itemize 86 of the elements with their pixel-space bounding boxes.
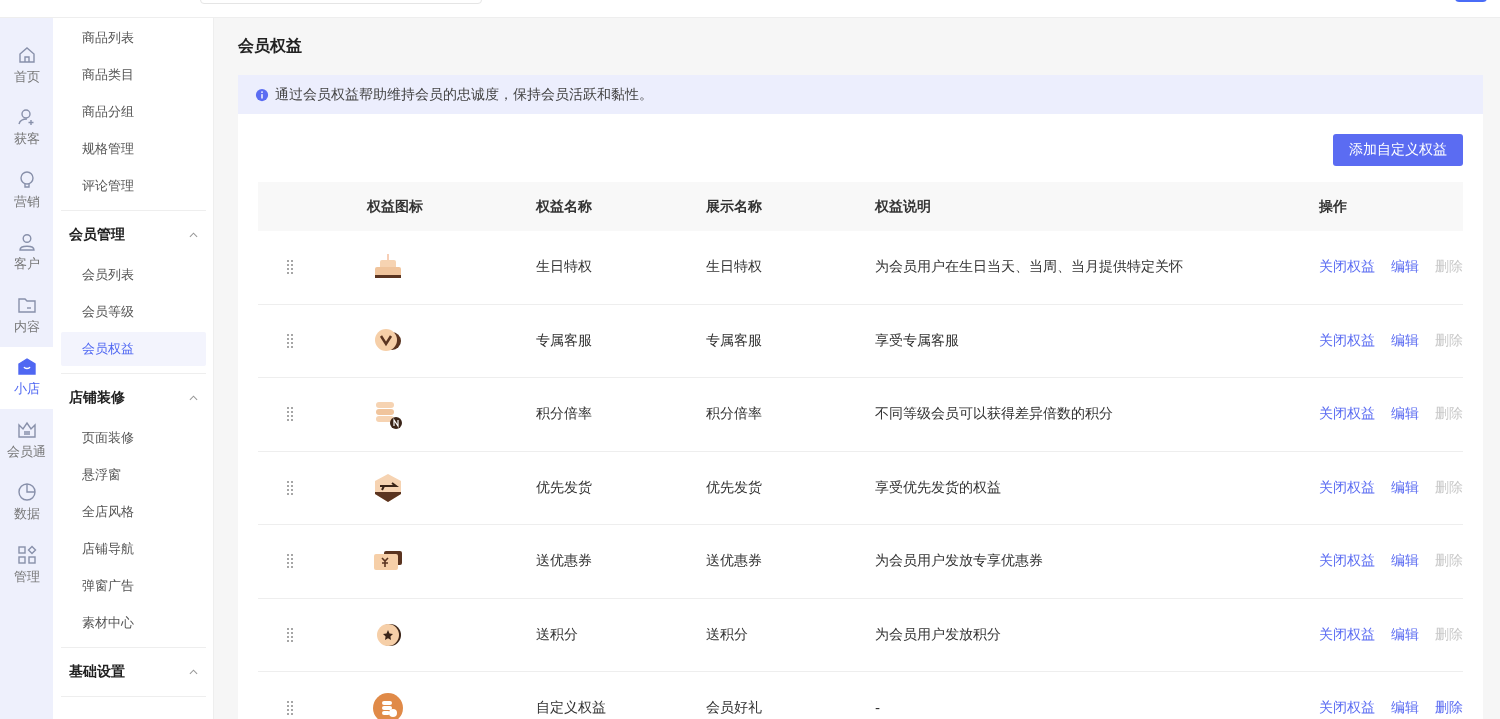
crown-icon: [16, 419, 37, 440]
table-cell-text: 不同等级会员可以获得差异倍数的积分: [875, 405, 1114, 424]
airplane-badge-icon: [372, 471, 404, 504]
action-link[interactable]: 关闭权益: [1319, 699, 1375, 718]
home-icon: [16, 44, 37, 65]
drag-handle-icon[interactable]: [286, 700, 294, 717]
user-icon: [16, 232, 37, 253]
action-link[interactable]: 编辑: [1391, 552, 1419, 571]
menu-item[interactable]: 全店风格: [61, 495, 206, 529]
info-icon: [255, 87, 269, 102]
action-link[interactable]: 编辑: [1391, 331, 1419, 350]
menu-group-header[interactable]: 会员管理: [61, 215, 206, 255]
action-link[interactable]: 关闭权益: [1319, 405, 1375, 424]
menu-item[interactable]: 会员等级: [61, 295, 206, 329]
action-link[interactable]: 关闭权益: [1319, 625, 1375, 644]
action-link[interactable]: 编辑: [1391, 478, 1419, 497]
user-plus-icon: [16, 107, 37, 128]
action-link[interactable]: 编辑: [1391, 625, 1419, 644]
menu-item[interactable]: 弹窗广告: [61, 569, 206, 603]
table-cell-text: 为会员用户发放积分: [875, 625, 1002, 644]
table-cell-text: 专属客服: [536, 331, 593, 350]
action-link[interactable]: 关闭权益: [1319, 258, 1375, 277]
column-header: 权益图标: [367, 197, 424, 216]
table-cell-text: 积分倍率: [706, 405, 763, 424]
menu-item[interactable]: 悬浮窗: [61, 458, 206, 492]
menu-item[interactable]: 商品分组: [61, 95, 206, 129]
table-cell-text: 送积分: [536, 625, 579, 644]
action-link[interactable]: 编辑: [1391, 405, 1419, 424]
table-cell-text: -: [875, 700, 882, 717]
drag-handle-icon[interactable]: [286, 259, 294, 276]
menu-item[interactable]: 会员列表: [61, 258, 206, 292]
table-cell-text: 为会员用户发放专享优惠券: [875, 552, 1044, 571]
table-cell-text: 生日特权: [706, 258, 763, 277]
nav-rail-item[interactable]: 数据: [0, 471, 53, 534]
table-cell-text: 积分倍率: [536, 405, 593, 424]
menu-group-header[interactable]: 店铺装修: [61, 378, 206, 418]
table-cell-text: 享受优先发货的权益: [875, 478, 1002, 497]
nav-rail-item[interactable]: 管理: [0, 534, 53, 597]
nav-rail-item[interactable]: 会员通: [0, 409, 53, 472]
drag-handle-icon[interactable]: [286, 626, 294, 643]
drag-handle-icon[interactable]: [286, 553, 294, 570]
menu-item[interactable]: 店铺导航: [61, 532, 206, 566]
menu-item[interactable]: 评论管理: [61, 169, 206, 203]
nav-rail-item[interactable]: 小店: [0, 346, 53, 409]
column-header: 权益名称: [536, 197, 593, 216]
notice-text: 通过会员权益帮助维持会员的忠诚度，保持会员活跃和黏性。: [275, 85, 653, 104]
table-cell-text: 优先发货: [706, 478, 763, 497]
pie-icon: [16, 482, 37, 503]
table-cell-text: 会员好礼: [706, 699, 763, 718]
column-header: 展示名称: [706, 197, 763, 216]
nav-rail-item[interactable]: 首页: [0, 34, 53, 97]
table-cell-text: 送积分: [706, 625, 749, 644]
table-cell-text: 送优惠券: [706, 552, 763, 571]
nav-rail-item[interactable]: 获客: [0, 96, 53, 159]
column-header: 操作: [1319, 197, 1348, 216]
action-link[interactable]: 编辑: [1391, 258, 1419, 277]
table-cell-text: 生日特权: [536, 258, 593, 277]
action-link[interactable]: 编辑: [1391, 699, 1419, 718]
drag-handle-icon[interactable]: [286, 332, 294, 349]
menu-item[interactable]: 素材中心: [61, 606, 206, 640]
nav-rail-item[interactable]: 客户: [0, 221, 53, 284]
column-header: 权益说明: [875, 197, 932, 216]
menu-item[interactable]: 商品类目: [61, 58, 206, 92]
action-link[interactable]: 关闭权益: [1319, 331, 1375, 350]
menu-item[interactable]: 会员权益: [61, 332, 206, 366]
table-cell-text: 自定义权益: [536, 699, 607, 718]
table-cell-text: 优先发货: [536, 478, 593, 497]
table-cell-text: 送优惠券: [536, 552, 593, 571]
action-link[interactable]: 关闭权益: [1319, 478, 1375, 497]
shop-icon: [16, 357, 37, 378]
table-cell-text: 为会员用户在生日当天、当周、当月提供特定关怀: [875, 258, 1184, 277]
table-cell-text: 专属客服: [706, 331, 763, 350]
menu-group-header[interactable]: 基础设置: [61, 652, 206, 692]
action-link[interactable]: 删除: [1435, 699, 1463, 718]
menu-item[interactable]: 页面装修: [61, 421, 206, 455]
drag-handle-icon[interactable]: [286, 406, 294, 423]
table-cell-text: 享受专属客服: [875, 331, 960, 350]
page-title: 会员权益: [238, 35, 303, 57]
menu-item[interactable]: 商品列表: [61, 21, 206, 55]
nav-rail-item[interactable]: 内容: [0, 284, 53, 347]
action-link[interactable]: 关闭权益: [1319, 552, 1375, 571]
menu-item[interactable]: 规格管理: [61, 132, 206, 166]
drag-handle-icon[interactable]: [286, 479, 294, 496]
add-custom-benefit-button[interactable]: 添加自定义权益: [1333, 134, 1463, 166]
nav-rail-item[interactable]: 营销: [0, 159, 53, 222]
grid-icon: [16, 544, 37, 565]
